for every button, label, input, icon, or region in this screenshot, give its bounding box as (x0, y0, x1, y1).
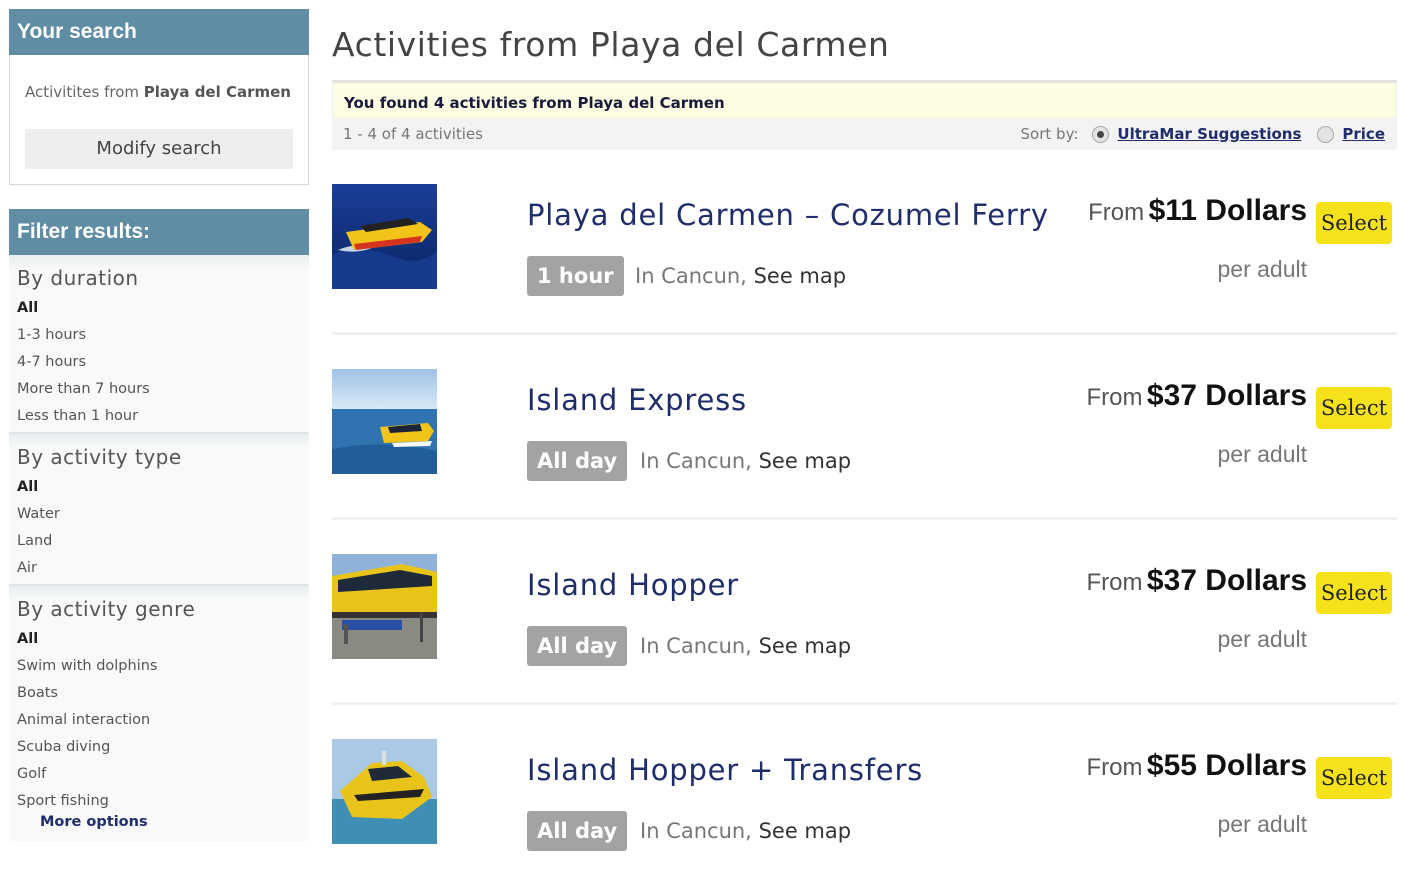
filter-group-title: By duration (17, 266, 139, 290)
filter-group-activity-type: By activity type All Water Land Air (9, 432, 309, 584)
filter-results-header: Filter results: (9, 209, 309, 255)
select-button[interactable]: Select (1316, 572, 1392, 614)
filter-option-4-7-hours[interactable]: 4-7 hours (17, 349, 301, 376)
activity-location: In Cancun, See map (640, 630, 851, 662)
price-per-adult: per adult (1217, 256, 1307, 282)
filter-option-water[interactable]: Water (17, 501, 301, 528)
price-from-label: From (1086, 384, 1143, 411)
location-text: In Cancun, (635, 264, 747, 288)
activity-image-island-hopper-transfers[interactable] (332, 739, 437, 844)
activity-image-island-express[interactable] (332, 369, 437, 474)
search-summary: Activitites from Playa del Carmen (25, 55, 293, 129)
price-amount: $11 Dollars (1148, 194, 1307, 227)
location-text: In Cancun, (640, 819, 752, 843)
results-found-banner: You found 4 activities from Playa del Ca… (332, 80, 1397, 118)
activity-item: Island Hopper + Transfers All day In Can… (332, 705, 1397, 890)
search-summary-prefix: Activitites from (25, 83, 139, 101)
activity-image-ferry[interactable] (332, 184, 437, 289)
results-main: Activities from Playa del Carmen You fou… (332, 0, 1397, 890)
filter-group-title: By activity type (17, 445, 182, 469)
price-from-label: From (1086, 754, 1143, 781)
filter-panel: By duration All 1-3 hours 4-7 hours More… (9, 255, 309, 841)
activity-price: From $11 Dollars (1088, 194, 1307, 228)
see-map-link[interactable]: See map (759, 634, 852, 658)
sort-bar: 1 - 4 of 4 activities Sort by: UltraMar … (332, 118, 1397, 150)
activity-price: From $37 Dollars (1086, 379, 1307, 413)
price-from-label: From (1088, 199, 1145, 226)
price-amount: $37 Dollars (1146, 379, 1307, 412)
filter-group-title: By activity genre (17, 597, 196, 621)
sort-price-radio[interactable] (1317, 125, 1335, 143)
filter-option-duration-all[interactable]: All (17, 295, 301, 322)
modify-search-button[interactable]: Modify search (25, 129, 293, 169)
activity-price: From $37 Dollars (1086, 564, 1307, 598)
duration-badge: All day (527, 441, 628, 481)
duration-badge: 1 hour (527, 256, 624, 296)
filter-option-less-than-1-hour[interactable]: Less than 1 hour (17, 403, 301, 430)
activity-title[interactable]: Island Hopper (527, 568, 739, 602)
see-map-link[interactable]: See map (759, 449, 852, 473)
location-text: In Cancun, (640, 634, 752, 658)
search-summary-place: Playa del Carmen (143, 83, 291, 101)
results-range: 1 - 4 of 4 activities (343, 125, 483, 143)
more-options-link[interactable]: More options (17, 811, 301, 835)
filter-option-land[interactable]: Land (17, 528, 301, 555)
select-button[interactable]: Select (1316, 387, 1392, 429)
sort-price-link[interactable]: Price (1342, 125, 1385, 143)
filter-option-boats[interactable]: Boats (17, 680, 301, 707)
activity-item: Island Hopper All day In Cancun, See map… (332, 520, 1397, 705)
activity-location: In Cancun, See map (635, 260, 846, 292)
activity-price: From $55 Dollars (1086, 749, 1307, 783)
see-map-link[interactable]: See map (754, 264, 847, 288)
price-amount: $55 Dollars (1146, 749, 1307, 782)
sort-label: Sort by: (1020, 125, 1079, 143)
filter-option-scuba-diving[interactable]: Scuba diving (17, 734, 301, 761)
see-map-link[interactable]: See map (759, 819, 852, 843)
price-amount: $37 Dollars (1146, 564, 1307, 597)
filter-group-duration: By duration All 1-3 hours 4-7 hours More… (9, 255, 309, 432)
activity-location: In Cancun, See map (640, 445, 851, 477)
sidebar: Your search Activitites from Playa del C… (9, 9, 309, 841)
filter-option-golf[interactable]: Golf (17, 761, 301, 788)
search-summary-box: Activitites from Playa del Carmen Modify… (9, 55, 309, 185)
price-per-adult: per adult (1217, 626, 1307, 652)
page-title: Activities from Playa del Carmen (332, 25, 890, 64)
select-button[interactable]: Select (1316, 202, 1392, 244)
your-search-header: Your search (9, 9, 309, 55)
activity-location: In Cancun, See map (640, 815, 851, 847)
price-per-adult: per adult (1217, 811, 1307, 837)
filter-group-activity-genre: By activity genre All Swim with dolphins… (9, 584, 309, 837)
duration-badge: All day (527, 811, 628, 851)
filter-option-more-than-7-hours[interactable]: More than 7 hours (17, 376, 301, 403)
duration-badge: All day (527, 626, 628, 666)
price-from-label: From (1086, 569, 1143, 596)
location-text: In Cancun, (640, 449, 752, 473)
activity-image-island-hopper[interactable] (332, 554, 437, 659)
sort-suggestions-radio[interactable] (1092, 125, 1110, 143)
filter-option-animal-interaction[interactable]: Animal interaction (17, 707, 301, 734)
sort-options: Sort by: UltraMar Suggestions Price (1021, 125, 1385, 143)
sort-suggestions-link[interactable]: UltraMar Suggestions (1117, 125, 1301, 143)
filter-option-genre-all[interactable]: All (17, 626, 301, 653)
filter-option-swim-with-dolphins[interactable]: Swim with dolphins (17, 653, 301, 680)
activity-title[interactable]: Island Express (527, 383, 747, 417)
price-per-adult: per adult (1217, 441, 1307, 467)
filter-option-1-3-hours[interactable]: 1-3 hours (17, 322, 301, 349)
filter-option-air[interactable]: Air (17, 555, 301, 582)
activity-title[interactable]: Playa del Carmen – Cozumel Ferry (527, 198, 1049, 232)
activity-item: Island Express All day In Cancun, See ma… (332, 335, 1397, 520)
activity-title[interactable]: Island Hopper + Transfers (527, 753, 923, 787)
activity-item: Playa del Carmen – Cozumel Ferry 1 hour … (332, 150, 1397, 335)
filter-option-type-all[interactable]: All (17, 474, 301, 501)
select-button[interactable]: Select (1316, 757, 1392, 799)
